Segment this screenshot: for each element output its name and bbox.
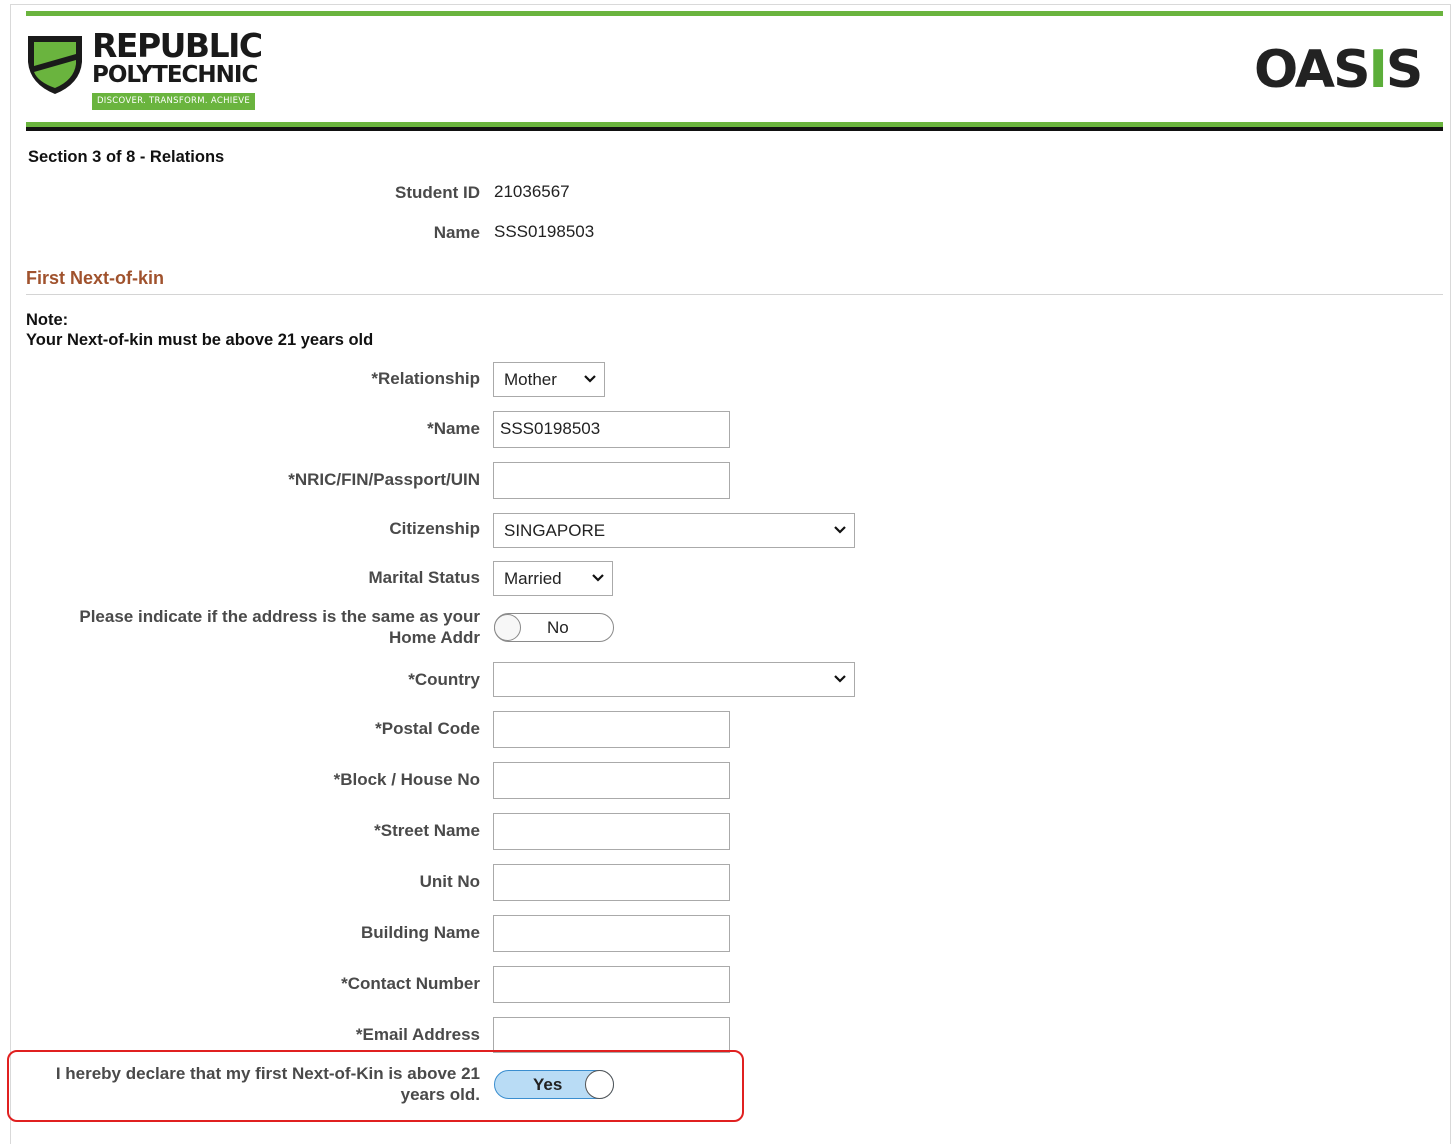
note-block: Note: Your Next-of-kin must be above 21 … <box>26 310 373 350</box>
kin-name-input[interactable]: SSS0198503 <box>493 411 730 448</box>
relationship-value: Mother <box>504 370 557 389</box>
marital-label: Marital Status <box>368 568 480 587</box>
student-id-value: 21036567 <box>494 182 570 201</box>
student-id-label: Student ID <box>395 183 480 202</box>
country-label: *Country <box>408 670 480 689</box>
student-name-label: Name <box>433 223 480 242</box>
student-name-value: SSS0198503 <box>494 222 595 241</box>
same-address-label: Please indicate if the address is the sa… <box>79 607 480 647</box>
contact-number-input[interactable] <box>493 966 730 1003</box>
email-address-input[interactable] <box>493 1017 730 1053</box>
same-address-value: No <box>547 618 569 637</box>
postal-code-input[interactable] <box>493 711 730 748</box>
shield-logo-icon <box>28 36 82 94</box>
marital-select[interactable]: Married <box>493 561 613 596</box>
building-label: Building Name <box>360 923 480 942</box>
postal-label: *Postal Code <box>375 719 480 738</box>
block-label: *Block / House No <box>333 770 480 789</box>
relationship-select[interactable]: Mother <box>493 362 605 397</box>
street-name-input[interactable] <box>493 813 730 850</box>
page-frame <box>10 4 1451 1144</box>
note-text: Your Next-of-kin must be above 21 years … <box>26 331 374 349</box>
email-label: *Email Address <box>355 1025 480 1044</box>
block-house-input[interactable] <box>493 762 730 799</box>
next-of-kin-heading: First Next-of-kin <box>26 268 165 288</box>
country-select[interactable] <box>493 662 855 697</box>
logo-line1: REPUBLIC <box>92 26 263 65</box>
contact-label: *Contact Number <box>341 974 480 993</box>
republic-polytechnic-logo: REPUBLIC POLYTECHNIC DISCOVER. TRANSFORM… <box>26 28 263 114</box>
unit-no-input[interactable] <box>493 864 730 901</box>
header-divider <box>26 122 1443 131</box>
heading-divider <box>26 294 1443 295</box>
marital-value: Married <box>504 569 562 588</box>
note-title: Note: <box>26 311 69 329</box>
chevron-down-icon <box>584 375 596 383</box>
chevron-down-icon <box>592 574 604 582</box>
same-address-toggle[interactable]: No <box>494 613 614 642</box>
street-label: *Street Name <box>374 821 480 840</box>
citizenship-value: SINGAPORE <box>504 521 606 540</box>
declaration-highlight <box>7 1050 744 1122</box>
toggle-knob <box>494 614 521 641</box>
logo-tagline: DISCOVER. TRANSFORM. ACHIEVE <box>92 93 255 110</box>
chevron-down-icon <box>834 526 846 534</box>
nric-input[interactable] <box>493 462 730 499</box>
unit-label: Unit No <box>419 872 480 891</box>
building-name-input[interactable] <box>493 915 730 952</box>
logo-line2: POLYTECHNIC <box>92 62 258 88</box>
section-title: Section 3 of 8 - Relations <box>28 148 225 166</box>
chevron-down-icon <box>834 675 846 683</box>
kin-name-label: *Name <box>427 419 480 438</box>
relationship-label: *Relationship <box>371 369 480 388</box>
oasis-logo: OASIS <box>1254 40 1423 100</box>
citizenship-select[interactable]: SINGAPORE <box>493 513 855 548</box>
nric-label: *NRIC/FIN/Passport/UIN <box>288 470 480 489</box>
citizenship-label: Citizenship <box>389 519 480 538</box>
